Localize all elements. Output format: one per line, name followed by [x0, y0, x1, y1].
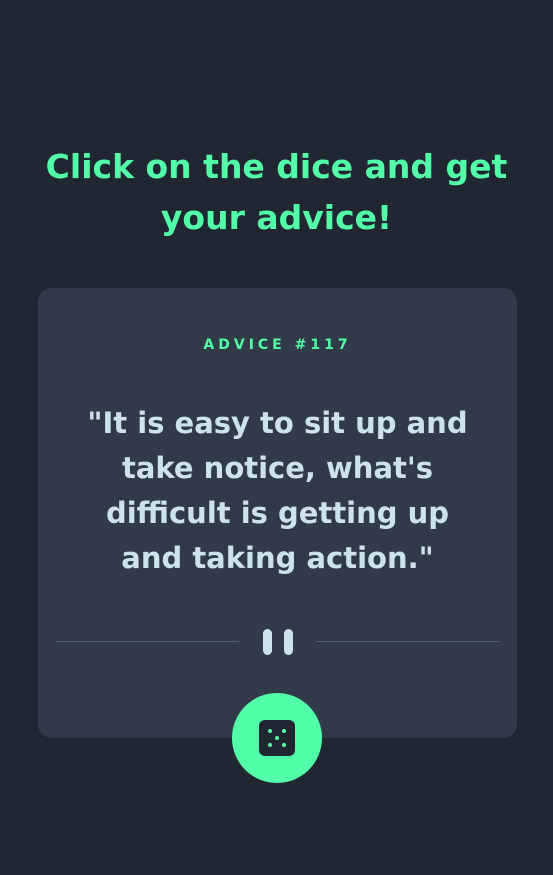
- dice-icon: [259, 720, 295, 756]
- dice-pip: [268, 743, 272, 747]
- card-divider: [56, 627, 499, 657]
- dice-button[interactable]: [232, 693, 322, 783]
- dice-pip: [282, 729, 286, 733]
- advice-card: ADVICE #117 "It is easy to sit up and ta…: [38, 288, 517, 738]
- dice-pip: [268, 729, 272, 733]
- advice-page: Click on the dice and get your advice! A…: [0, 0, 553, 875]
- advice-quote: "It is easy to sit up and take notice, w…: [87, 406, 468, 575]
- advice-id-label: ADVICE #117: [203, 337, 352, 353]
- pause-bar-right: [284, 629, 293, 655]
- divider-line-left: [56, 641, 239, 642]
- pause-bar-left: [263, 629, 272, 655]
- divider-line-right: [316, 641, 499, 642]
- dice-pip: [275, 736, 279, 740]
- page-title: Click on the dice and get your advice!: [45, 147, 508, 237]
- pause-icon: [263, 629, 293, 655]
- dice-pip: [282, 743, 286, 747]
